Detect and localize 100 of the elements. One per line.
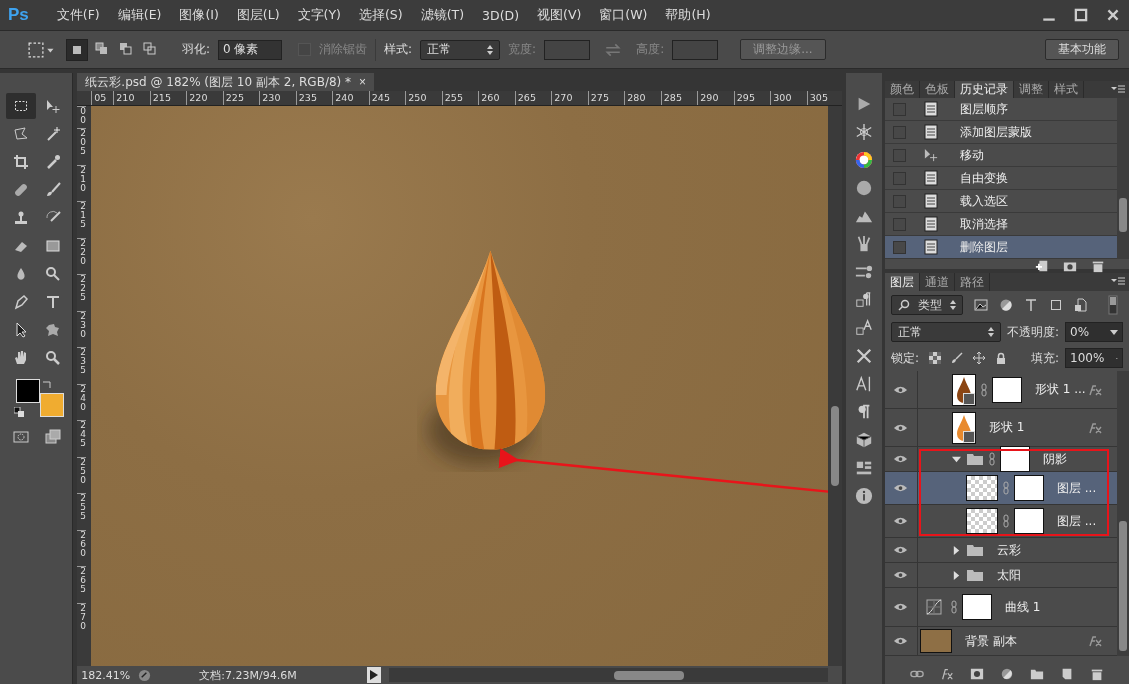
horizontal-scrollbar[interactable] xyxy=(389,668,829,682)
fx-icon[interactable] xyxy=(1087,635,1103,647)
layer-row[interactable]: 图层 ... xyxy=(884,505,1117,538)
history-item[interactable]: 自由变换 xyxy=(884,167,1117,190)
menu-item[interactable]: 帮助(H) xyxy=(657,4,719,26)
eye-icon[interactable] xyxy=(893,454,909,464)
layer-row[interactable]: 形状 1 xyxy=(884,409,1117,447)
layer-row[interactable]: 形状 1 ... xyxy=(884,371,1117,409)
trash-icon[interactable] xyxy=(1089,667,1104,681)
collapsed-arrow-icon[interactable] xyxy=(951,570,961,580)
fx-icon[interactable] xyxy=(1087,383,1103,396)
cube-icon[interactable] xyxy=(855,431,874,449)
panel-tab[interactable]: 路径 xyxy=(954,273,990,291)
maximize-icon[interactable] xyxy=(1073,7,1089,23)
feather-field[interactable]: 0 像素 xyxy=(218,39,283,60)
shape-filter-icon[interactable] xyxy=(1048,298,1063,312)
panel-tab[interactable]: 调整 xyxy=(1013,81,1049,98)
layer-row[interactable]: 曲线 1 xyxy=(884,588,1117,627)
lock-transparency-icon[interactable] xyxy=(929,352,941,364)
trash-icon[interactable] xyxy=(1091,259,1105,273)
menu-item[interactable]: 选择(S) xyxy=(350,4,411,26)
eye-icon[interactable] xyxy=(893,422,909,433)
new-document-icon[interactable] xyxy=(1035,259,1049,273)
height-field[interactable] xyxy=(672,39,719,60)
type-filter-icon[interactable] xyxy=(1023,298,1038,312)
lock-icon[interactable] xyxy=(995,352,1007,364)
menu-item[interactable]: 视图(V) xyxy=(529,4,590,26)
opacity-field[interactable]: 0% xyxy=(1065,322,1123,342)
expanded-arrow-icon[interactable] xyxy=(951,454,961,464)
panel-tab[interactable]: 历史记录 xyxy=(954,81,1014,98)
panel-menu-icon[interactable] xyxy=(1111,85,1125,95)
workspace-button[interactable]: 基本功能 xyxy=(1045,39,1119,60)
3d-materials-icon[interactable] xyxy=(855,459,874,477)
eye-icon[interactable] xyxy=(893,570,909,580)
eye-icon[interactable] xyxy=(893,384,909,395)
history-item[interactable]: 删除图层 xyxy=(884,236,1117,259)
layer-row[interactable]: 太阳 xyxy=(884,563,1117,588)
background-color-swatch[interactable] xyxy=(40,393,64,417)
snowflake-icon[interactable] xyxy=(855,123,874,141)
menu-item[interactable]: 窗口(W) xyxy=(591,4,656,26)
menu-item[interactable]: 文字(Y) xyxy=(289,4,349,26)
history-item[interactable]: 添加图层蒙版 xyxy=(884,121,1117,144)
move-arrows-icon[interactable] xyxy=(973,352,985,364)
add-mask-icon[interactable] xyxy=(969,667,984,681)
history-item[interactable]: 图层顺序 xyxy=(884,98,1117,121)
eye-icon[interactable] xyxy=(893,545,909,555)
panel-tab[interactable]: 图层 xyxy=(884,273,920,291)
panel-tab[interactable]: 样式 xyxy=(1048,81,1084,98)
zoom-level[interactable]: 182.41% xyxy=(81,668,131,682)
menu-item[interactable]: 图层(L) xyxy=(228,4,288,26)
default-colors-icon[interactable] xyxy=(14,407,24,417)
quick-mask-icon[interactable] xyxy=(13,429,29,445)
document-tab[interactable]: 纸云彩.psd @ 182% (图层 10 副本 2, RGB/8) * × xyxy=(77,73,375,91)
filter-dropdown[interactable]: 类型 xyxy=(890,295,963,315)
style-dropdown[interactable]: 正常 xyxy=(420,39,501,60)
marquee-tool[interactable] xyxy=(6,93,36,119)
new-selection-icon[interactable] xyxy=(66,38,88,61)
tools-icon[interactable] xyxy=(855,347,874,365)
menu-item[interactable]: 3D(D) xyxy=(474,5,528,25)
filter-toggle[interactable] xyxy=(1107,295,1118,315)
panel-tab[interactable]: 色板 xyxy=(919,81,955,98)
fill-field[interactable]: 100% xyxy=(1065,348,1123,368)
panel-menu-icon[interactable] xyxy=(1111,277,1125,287)
character-styles-icon[interactable] xyxy=(855,319,874,337)
close-tab-button[interactable]: × xyxy=(359,75,367,89)
color-wheel-icon[interactable] xyxy=(855,151,874,169)
blend-mode-dropdown[interactable]: 正常 xyxy=(890,322,1001,342)
layer-row[interactable]: 图层 ... xyxy=(884,472,1117,505)
eye-icon[interactable] xyxy=(893,483,909,493)
fx-icon[interactable] xyxy=(939,667,954,681)
info-icon[interactable] xyxy=(855,487,874,505)
eye-icon[interactable] xyxy=(893,516,909,526)
swap-colors-icon[interactable] xyxy=(42,379,52,389)
folder-icon[interactable] xyxy=(1029,667,1044,681)
fx-icon[interactable] xyxy=(1087,421,1103,434)
adjustment-layer-icon[interactable] xyxy=(999,667,1014,681)
collapsed-arrow-icon[interactable] xyxy=(951,545,961,555)
menu-item[interactable]: 滤镜(T) xyxy=(412,4,473,26)
scrollbar-thumb[interactable] xyxy=(1119,521,1127,651)
panel-tab[interactable]: 通道 xyxy=(919,273,955,291)
eye-icon[interactable] xyxy=(893,602,909,612)
menu-item[interactable]: 文件(F) xyxy=(48,4,108,26)
width-field[interactable] xyxy=(544,39,591,60)
history-item[interactable]: 载入选区 xyxy=(884,190,1117,213)
panel-tab[interactable]: 颜色 xyxy=(884,81,920,98)
adjustment-filter-icon[interactable] xyxy=(998,298,1013,312)
menu-arrow-icon[interactable] xyxy=(367,667,382,683)
brush-presets-icon[interactable] xyxy=(855,263,874,281)
scrollbar-thumb[interactable] xyxy=(831,406,840,486)
layer-row[interactable]: 云彩 xyxy=(884,538,1117,563)
menu-item[interactable]: 编辑(E) xyxy=(109,4,170,26)
scrollbar-thumb[interactable] xyxy=(1119,198,1127,232)
layer-row[interactable]: 背景 副本 xyxy=(884,627,1117,656)
image-filter-icon[interactable] xyxy=(973,298,988,312)
menu-item[interactable]: 图像(I) xyxy=(171,4,227,26)
history-item[interactable]: 移动 xyxy=(884,144,1117,167)
brush-icon[interactable] xyxy=(951,352,963,364)
close-icon[interactable] xyxy=(1105,7,1121,23)
eye-icon[interactable] xyxy=(893,636,909,646)
smart-object-filter-icon[interactable] xyxy=(1073,298,1088,312)
